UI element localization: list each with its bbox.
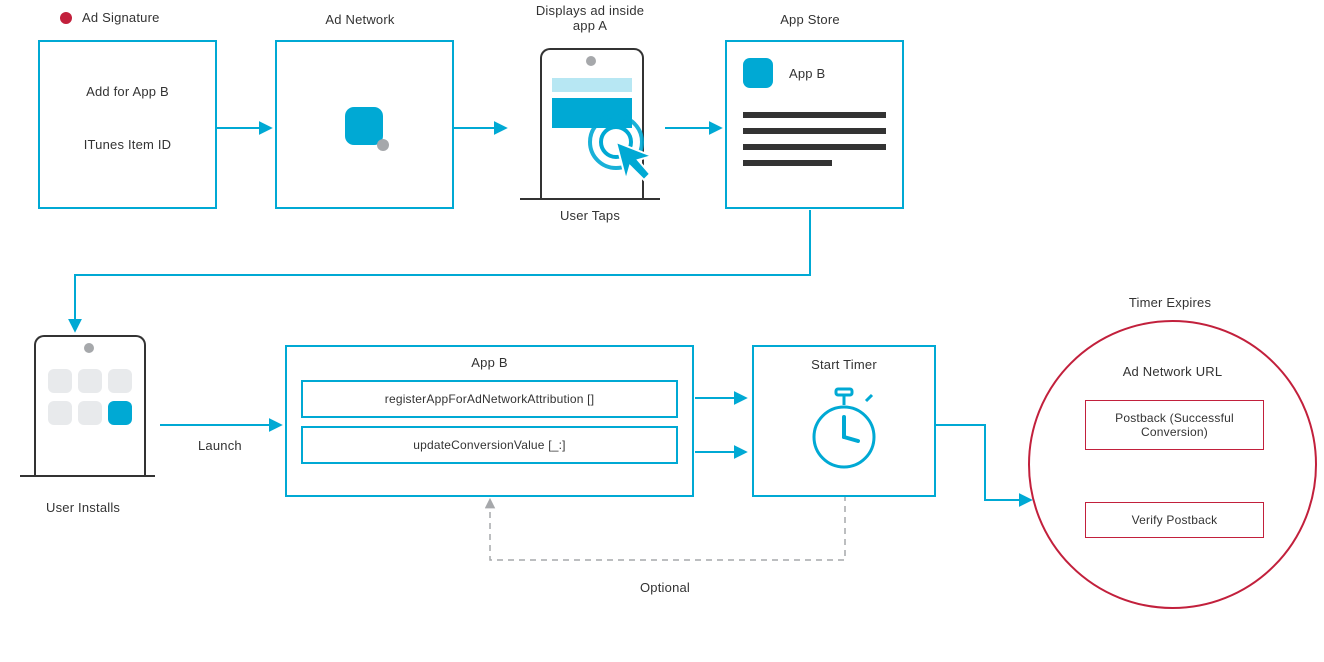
user-installs-device: [20, 335, 155, 480]
app-b-fn2-box: updateConversionValue [_:]: [301, 426, 678, 464]
ad-network-circle: Ad Network URL Postback (Successful Conv…: [1028, 320, 1317, 609]
user-installs-label: User Installs: [46, 500, 120, 515]
text-line-icon: [743, 160, 832, 166]
appstore-app-name: App B: [789, 66, 825, 81]
postback-box: Postback (Successful Conversion): [1085, 400, 1264, 450]
start-timer-box: Start Timer: [752, 345, 936, 497]
app-b-box: App B registerAppForAdNetworkAttribution…: [285, 345, 694, 497]
tablet-base-icon: [20, 475, 155, 477]
home-app-icon: [78, 401, 102, 425]
home-app-icon: [48, 369, 72, 393]
app-store-label: App Store: [760, 12, 860, 27]
app-b-fn1-box: registerAppForAdNetworkAttribution []: [301, 380, 678, 418]
home-app-icon-active: [108, 401, 132, 425]
app-b-fn1: registerAppForAdNetworkAttribution []: [385, 392, 594, 406]
verify-box: Verify Postback: [1085, 502, 1264, 538]
legend-ad-signature: Ad Signature: [82, 10, 160, 25]
app-icon: [345, 107, 383, 145]
text-line-icon: [743, 112, 886, 118]
app-b-title: App B: [287, 355, 692, 370]
home-app-icon: [108, 369, 132, 393]
app-store-box: App B: [725, 40, 904, 209]
tablet-camera-icon: [586, 56, 596, 66]
phone-top-label: Displays ad inside app A: [530, 3, 650, 33]
verify-text: Verify Postback: [1132, 513, 1218, 527]
tablet-outline-icon: [34, 335, 146, 477]
phone-bottom-label: User Taps: [555, 208, 625, 223]
ad-box-line1: Add for App B: [40, 84, 215, 99]
appstore-app-icon: [743, 58, 773, 88]
text-line-icon: [743, 128, 886, 134]
ad-network-label: Ad Network: [300, 12, 420, 27]
tablet-camera-icon: [84, 343, 94, 353]
optional-label: Optional: [640, 580, 690, 595]
ad-box: Add for App B ITunes Item ID: [38, 40, 217, 209]
home-app-icon: [78, 369, 102, 393]
start-timer-label: Start Timer: [754, 357, 934, 372]
tablet-base-icon: [520, 198, 660, 200]
postback-text: Postback (Successful Conversion): [1115, 411, 1234, 439]
timer-expires-label: Timer Expires: [1115, 295, 1225, 310]
legend-dot-icon: [60, 12, 72, 24]
circle-title: Ad Network URL: [1030, 364, 1315, 379]
ad-banner-icon: [552, 78, 632, 92]
tap-cursor-icon: [582, 108, 672, 198]
ad-network-box: [275, 40, 454, 209]
ad-box-line2: ITunes Item ID: [40, 137, 215, 152]
launch-label: Launch: [198, 438, 242, 453]
home-app-icon: [48, 401, 72, 425]
app-b-fn2: updateConversionValue [_:]: [413, 438, 565, 452]
text-line-icon: [743, 144, 886, 150]
phone-frame: [520, 48, 660, 198]
stopwatch-icon: [804, 387, 884, 477]
